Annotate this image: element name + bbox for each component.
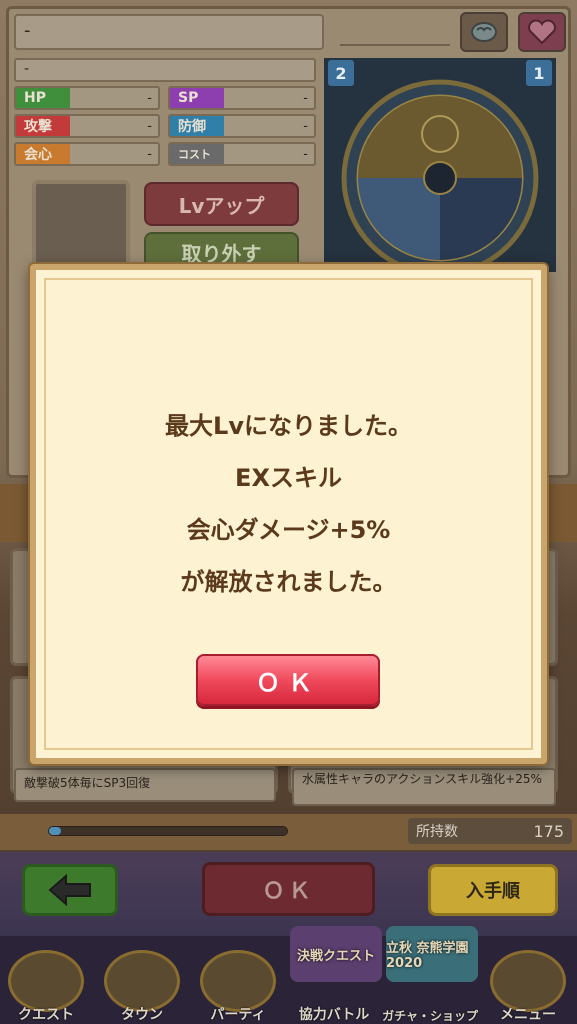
owned-count: 175 xyxy=(533,821,564,841)
party-icon xyxy=(200,950,276,1012)
nav-label: ガチャ・ショップ xyxy=(382,1009,478,1023)
nav-coop-battle[interactable]: 協力バトル xyxy=(288,948,380,1024)
nav-quest[interactable]: クエスト xyxy=(0,948,92,1024)
slot-number-badge: 1 xyxy=(526,60,552,86)
nav-label: 協力バトル xyxy=(298,1007,370,1023)
stat-sp: SP - xyxy=(168,86,316,110)
brain-icon xyxy=(471,22,497,42)
skill-description: 敵撃破5体毎にSP3回復 xyxy=(14,768,276,802)
confirm-button-disabled[interactable]: ＯＫ xyxy=(202,862,375,916)
skill-description: 水属性キャラのアクションスキル強化+25% xyxy=(292,768,556,806)
stat-label: SP xyxy=(170,88,224,108)
dialog-message-line: 最大Lvになりました。 xyxy=(165,412,412,440)
dialog-message-line: EXスキル xyxy=(235,464,342,492)
stat-label: 攻撃 xyxy=(16,116,70,136)
stat-value: - xyxy=(147,146,152,162)
lvup-button[interactable]: Lvアップ xyxy=(144,182,299,226)
scroll-progress-track[interactable] xyxy=(48,826,288,836)
unit-subtitle: - xyxy=(14,58,316,82)
stat-label: コスト xyxy=(170,144,224,164)
stat-value: - xyxy=(147,90,152,106)
gem-board-graphic xyxy=(324,58,556,272)
stat-label: 防御 xyxy=(170,116,224,136)
dialog-message-line: 会心ダメージ+5% xyxy=(186,516,391,544)
stat-value: - xyxy=(303,146,308,162)
stat-hp: HP - xyxy=(14,86,160,110)
arrow-left-icon xyxy=(48,873,91,907)
nav-label: メニュー xyxy=(500,1007,556,1023)
stat-cost: コスト - xyxy=(168,142,316,166)
dialog-message-line: が解放されました。 xyxy=(180,568,397,596)
nav-party[interactable]: パーティ xyxy=(192,948,284,1024)
nav-menu[interactable]: メニュー xyxy=(482,948,574,1024)
unit-name: - xyxy=(14,14,324,50)
scroll-progress-fill xyxy=(49,827,61,835)
stat-critical: 会心 - xyxy=(14,142,160,166)
nav-label: クエスト xyxy=(18,1007,74,1023)
divider xyxy=(340,44,450,46)
stat-label: 会心 xyxy=(16,144,70,164)
slot-number-badge: 2 xyxy=(328,60,354,86)
stat-value: - xyxy=(147,118,152,134)
town-icon xyxy=(104,950,180,1012)
dialog-ok-button[interactable]: ＯＫ xyxy=(196,654,380,706)
stat-attack: 攻撃 - xyxy=(14,114,160,138)
stat-value: - xyxy=(303,118,308,134)
nav-gacha-shop[interactable]: ガチャ・ショップ xyxy=(382,948,478,1024)
back-button[interactable] xyxy=(22,864,118,916)
scroll-icon xyxy=(490,950,566,1012)
brain-icon-button[interactable] xyxy=(460,12,508,52)
owned-count-box: 所持数 175 xyxy=(408,818,572,844)
nav-town[interactable]: タウン xyxy=(96,948,188,1024)
stat-defense: 防御 - xyxy=(168,114,316,138)
gem-slot-board[interactable] xyxy=(324,58,556,272)
favorite-button[interactable] xyxy=(518,12,566,52)
heart-icon xyxy=(528,19,556,45)
sort-order-button[interactable]: 入手順 xyxy=(428,864,558,916)
stat-label: HP xyxy=(16,88,70,108)
stat-value: - xyxy=(303,90,308,106)
nav-label: タウン xyxy=(121,1007,163,1023)
map-icon xyxy=(8,950,84,1012)
nav-label: パーティ xyxy=(210,1007,266,1023)
owned-label: 所持数 xyxy=(416,824,458,840)
